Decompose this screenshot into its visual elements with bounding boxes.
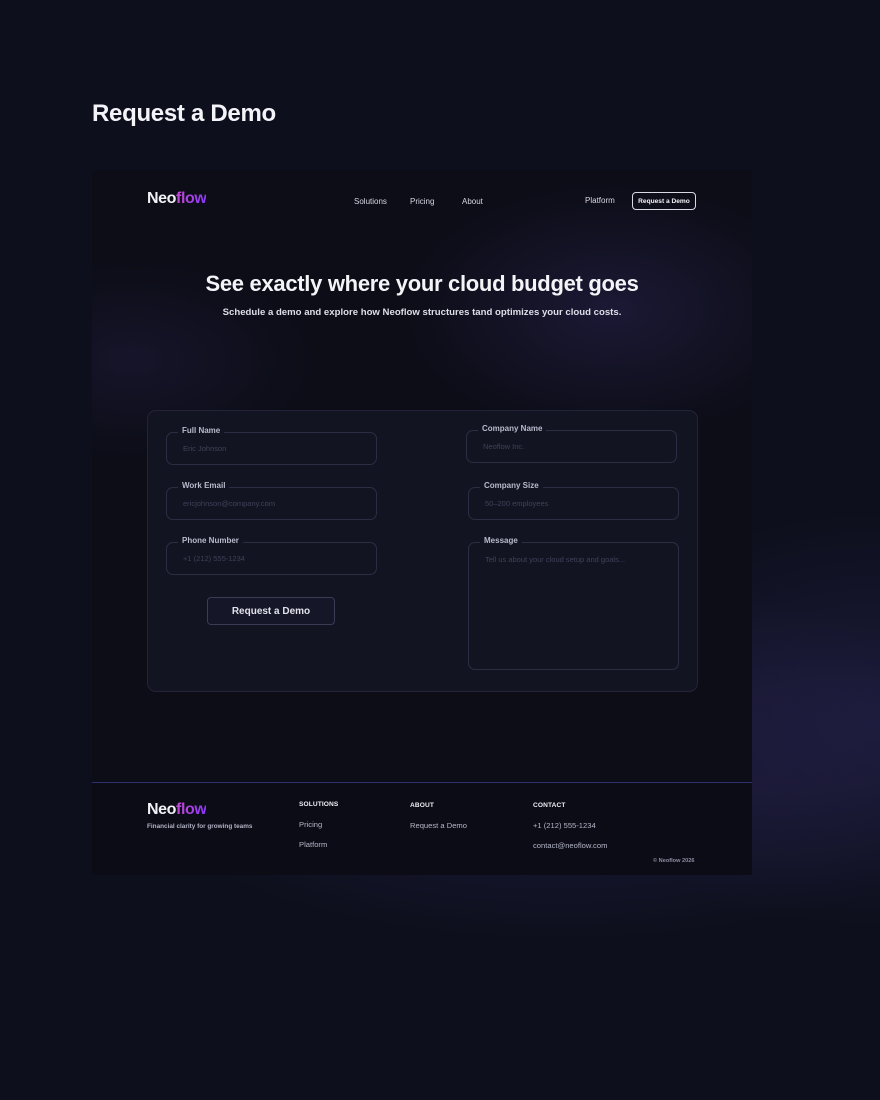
company-size-field: Company Size — [468, 479, 679, 520]
nav-link-about[interactable]: About — [462, 197, 483, 206]
full-name-label: Full Name — [178, 424, 225, 438]
full-name-field: Full Name — [166, 424, 377, 465]
footer-heading-solutions: SOLUTIONS — [299, 801, 339, 808]
submit-request-demo-button[interactable]: Request a Demo — [207, 597, 335, 625]
nav-logo[interactable]: Neoflow — [147, 190, 207, 208]
footer-logo-text-neo: Neo — [147, 801, 177, 818]
work-email-label: Work Email — [178, 479, 230, 493]
nav-request-demo-button[interactable]: Request a Demo — [632, 192, 696, 210]
hero-title: See exactly where your cloud budget goes — [205, 271, 639, 296]
nav-link-solutions[interactable]: Solutions — [354, 197, 387, 206]
website-preview: Neoflow Solutions Pricing About Platform… — [92, 170, 752, 875]
footer-logo[interactable]: Neoflow — [147, 801, 207, 819]
phone-number-field: Phone Number — [166, 534, 377, 575]
footer-link-platform[interactable]: Platform — [299, 840, 327, 849]
footer-logo-text-flow: flow — [176, 801, 207, 818]
page-title: Request a Demo — [92, 100, 276, 127]
footer-copyright: © Neoflow 2026 — [653, 858, 695, 864]
footer-link-request-demo[interactable]: Request a Demo — [410, 821, 467, 830]
footer-heading-about: ABOUT — [410, 802, 434, 809]
site-footer: Neoflow Financial clarity for growing te… — [92, 782, 752, 875]
message-textarea[interactable] — [468, 542, 679, 670]
footer-link-pricing[interactable]: Pricing — [299, 820, 322, 829]
logo-text-neo: Neo — [147, 190, 177, 207]
work-email-field: Work Email — [166, 479, 377, 520]
company-name-field: Company Name — [466, 422, 677, 463]
footer-tagline: Financial clarity for growing teams — [147, 823, 253, 830]
phone-number-label: Phone Number — [178, 534, 243, 548]
company-name-label: Company Name — [478, 422, 547, 436]
company-size-label: Company Size — [480, 479, 543, 493]
demo-request-form: Full Name Work Email Phone Number Compan… — [147, 410, 698, 692]
message-label: Message — [480, 534, 522, 548]
message-field: Message — [468, 534, 679, 670]
footer-heading-contact: CONTACT — [533, 802, 566, 809]
footer-contact-email[interactable]: contact@neoflow.com — [533, 841, 607, 850]
nav-link-pricing[interactable]: Pricing — [410, 197, 434, 206]
footer-contact-phone[interactable]: +1 (212) 555-1234 — [533, 821, 596, 830]
nav-link-platform[interactable]: Platform — [585, 196, 615, 205]
hero-subtitle: Schedule a demo and explore how Neoflow … — [222, 307, 622, 318]
logo-text-flow: flow — [176, 190, 207, 207]
